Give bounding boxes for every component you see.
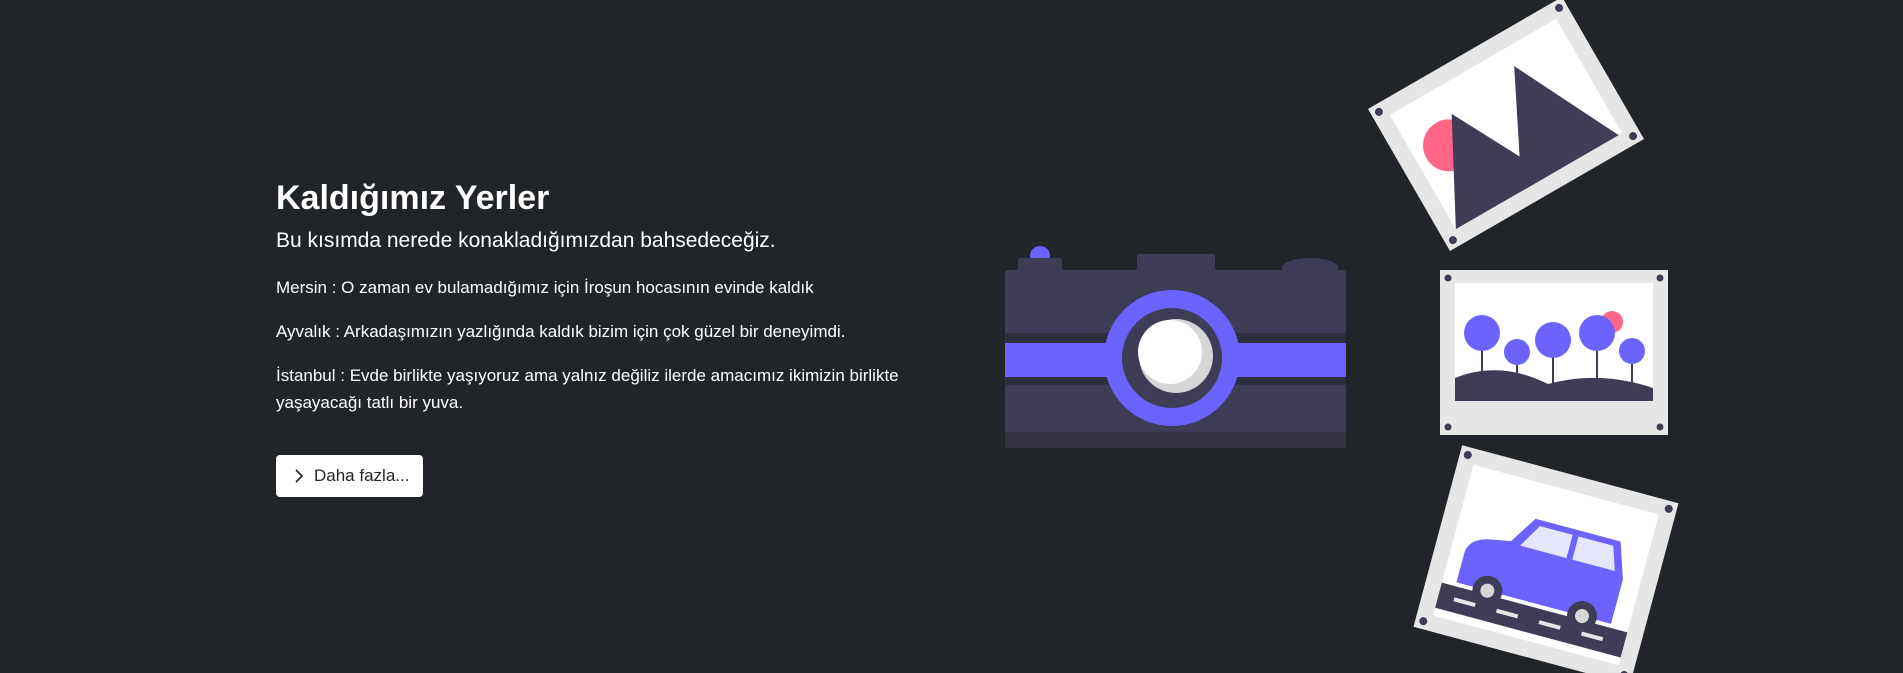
trees-photo-icon xyxy=(1440,270,1668,435)
car-photo-icon xyxy=(1413,445,1679,673)
photos-illustration xyxy=(1005,0,1679,673)
camera-icon xyxy=(1005,246,1346,448)
mountain-photo-icon xyxy=(1368,0,1644,252)
page: Kaldığımız Yerler Bu kısımda nerede kona… xyxy=(0,0,1903,673)
